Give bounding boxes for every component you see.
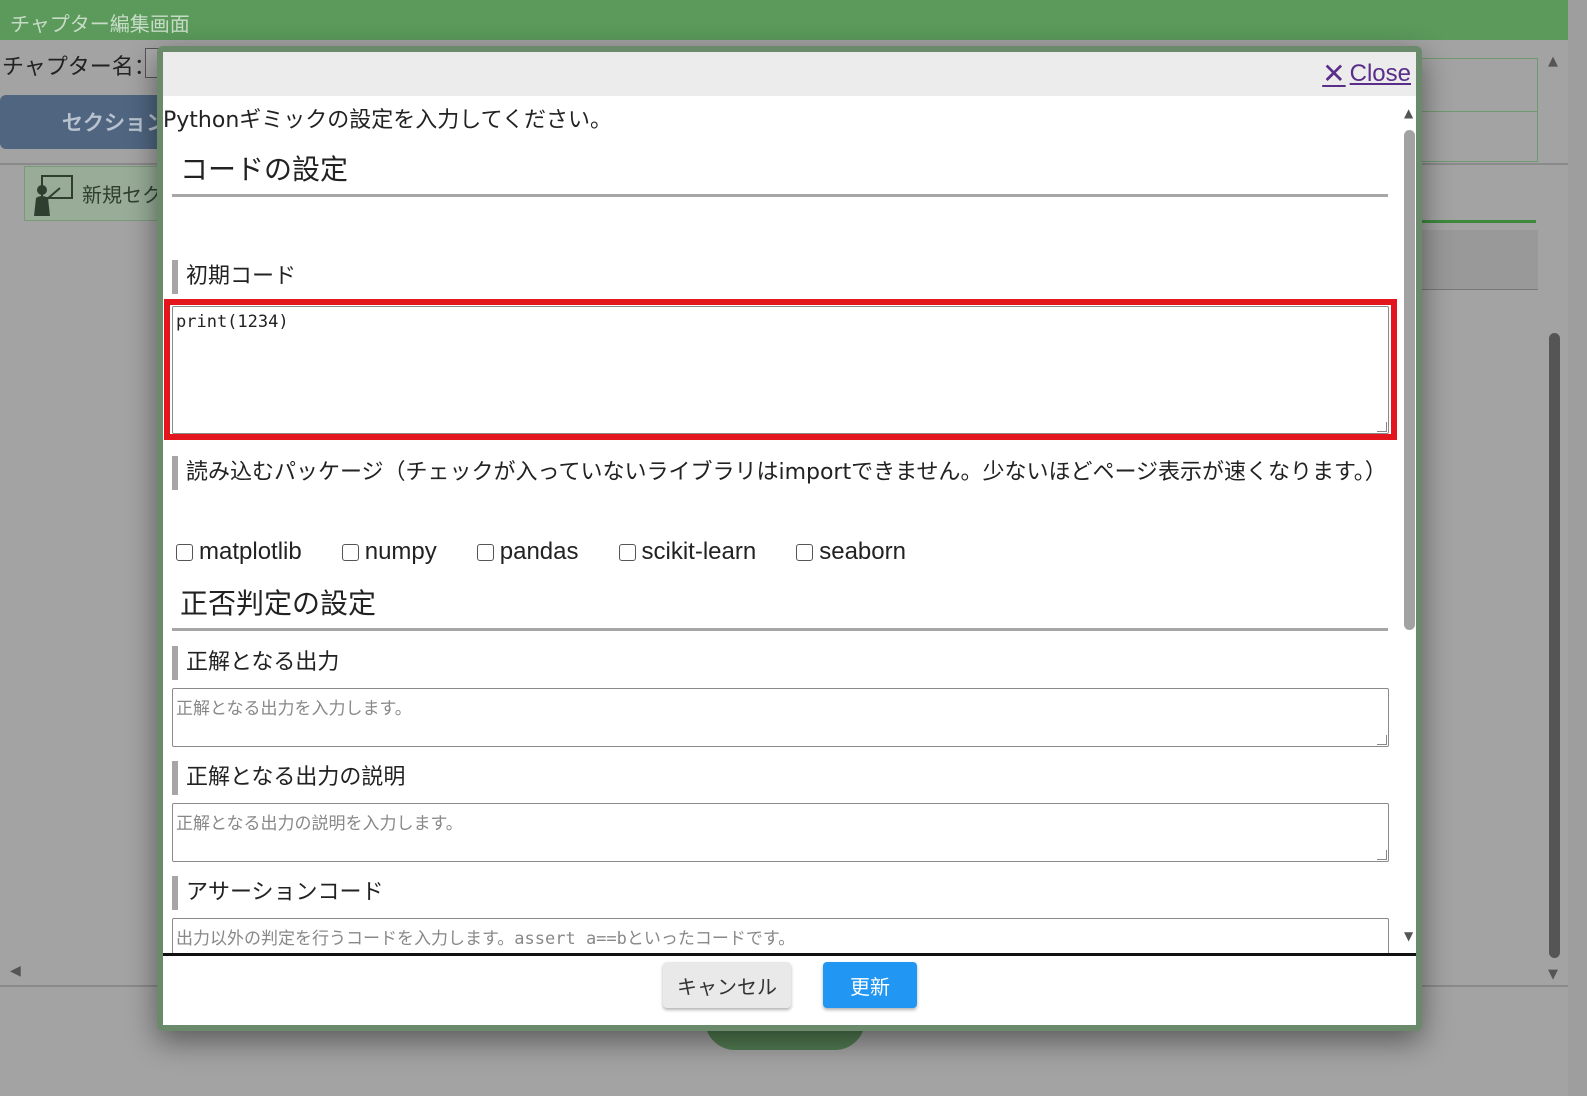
app-titlebar: チャプター編集画面 bbox=[0, 0, 1568, 40]
expected-output-label: 正解となる出力 bbox=[172, 646, 1388, 680]
initial-code-label: 初期コード bbox=[172, 260, 1388, 294]
scroll-left-arrow-icon[interactable]: ◀ bbox=[10, 963, 21, 979]
app-title: チャプター編集画面 bbox=[10, 12, 190, 36]
section-button[interactable]: セクション bbox=[0, 95, 170, 149]
cancel-button[interactable]: キャンセル bbox=[663, 962, 791, 1008]
section-list-item-label: 新規セク bbox=[82, 183, 162, 207]
package-label: scikit-learn bbox=[641, 538, 757, 565]
package-checkbox-scikit-learn[interactable]: scikit-learn bbox=[618, 538, 757, 566]
checkbox-icon[interactable] bbox=[476, 543, 494, 561]
tab-underline bbox=[1418, 220, 1536, 223]
package-checkbox-numpy[interactable]: numpy bbox=[341, 538, 437, 566]
close-label: Close bbox=[1349, 60, 1411, 87]
scroll-down-arrow-icon[interactable]: ▼ bbox=[1548, 967, 1558, 982]
package-label: pandas bbox=[499, 538, 579, 565]
right-grey-box bbox=[1418, 230, 1538, 290]
dialog-intro: Pythonギミックの設定を入力してください。 bbox=[163, 108, 612, 133]
package-label: seaborn bbox=[819, 538, 906, 565]
judge-settings-heading: 正否判定の設定 bbox=[172, 582, 1388, 631]
highlight-box bbox=[164, 299, 1397, 440]
close-icon: ✕ bbox=[1322, 58, 1346, 89]
expected-output-placeholder: 正解となる出力を入力します。 bbox=[176, 699, 412, 719]
update-button[interactable]: 更新 bbox=[823, 962, 917, 1008]
checkbox-icon[interactable] bbox=[618, 543, 636, 561]
assertion-code-textarea[interactable]: 出力以外の判定を行うコードを入力します。assert a==bといったコードです… bbox=[172, 918, 1389, 953]
checkbox-icon[interactable] bbox=[341, 543, 359, 561]
packages-list: matplotlib numpy pandas scikit-learn sea… bbox=[176, 538, 946, 566]
dialog-scrollbar-thumb[interactable] bbox=[1404, 130, 1415, 630]
resize-handle-icon[interactable] bbox=[1377, 850, 1387, 860]
package-checkbox-pandas[interactable]: pandas bbox=[476, 538, 579, 566]
expected-output-textarea[interactable]: 正解となる出力を入力します。 bbox=[172, 688, 1389, 747]
expected-output-desc-placeholder: 正解となる出力の説明を入力します。 bbox=[176, 814, 463, 834]
checkbox-icon[interactable] bbox=[796, 543, 814, 561]
assertion-code-label: アサーションコード bbox=[172, 876, 1388, 910]
dialog-body: Pythonギミックの設定を入力してください。 コードの設定 初期コード pri… bbox=[163, 96, 1399, 953]
package-label: matplotlib bbox=[199, 538, 302, 565]
teacher-icon bbox=[34, 175, 73, 216]
python-gimmick-dialog: ✕ Close Pythonギミックの設定を入力してください。 コードの設定 初… bbox=[157, 46, 1422, 1031]
page-scrollbar[interactable]: ▲ ▼ bbox=[1544, 48, 1566, 988]
close-button[interactable]: ✕ Close bbox=[1322, 60, 1411, 88]
expected-output-desc-textarea[interactable]: 正解となる出力の説明を入力します。 bbox=[172, 803, 1389, 862]
dialog-scrollbar[interactable]: ▲ ▼ bbox=[1399, 96, 1416, 953]
chapter-name-label: チャプター名： bbox=[2, 55, 156, 80]
page-scrollbar-thumb[interactable] bbox=[1549, 333, 1560, 958]
package-label: numpy bbox=[364, 538, 437, 565]
dialog-header: ✕ Close bbox=[163, 52, 1416, 96]
expected-output-desc-label: 正解となる出力の説明 bbox=[172, 761, 1388, 795]
section-button-label: セクション bbox=[62, 111, 167, 135]
code-settings-heading: コードの設定 bbox=[172, 148, 1388, 197]
package-checkbox-seaborn[interactable]: seaborn bbox=[796, 538, 906, 566]
scroll-up-arrow-icon[interactable]: ▲ bbox=[1404, 106, 1413, 120]
checkbox-icon[interactable] bbox=[176, 543, 193, 561]
packages-label: 読み込むパッケージ（チェックが入っていないライブラリはimportできません。少… bbox=[172, 456, 1388, 490]
right-panel bbox=[1418, 58, 1538, 162]
section-list-item[interactable]: 新規セク bbox=[24, 166, 174, 221]
assertion-code-placeholder: 出力以外の判定を行うコードを入力します。assert a==bといったコードです… bbox=[176, 929, 796, 949]
package-checkbox-matplotlib[interactable]: matplotlib bbox=[176, 538, 302, 566]
scroll-down-arrow-icon[interactable]: ▼ bbox=[1404, 929, 1413, 943]
resize-handle-icon[interactable] bbox=[1377, 735, 1387, 745]
dialog-footer: キャンセル 更新 bbox=[163, 953, 1416, 1025]
scroll-up-arrow-icon[interactable]: ▲ bbox=[1548, 54, 1558, 69]
